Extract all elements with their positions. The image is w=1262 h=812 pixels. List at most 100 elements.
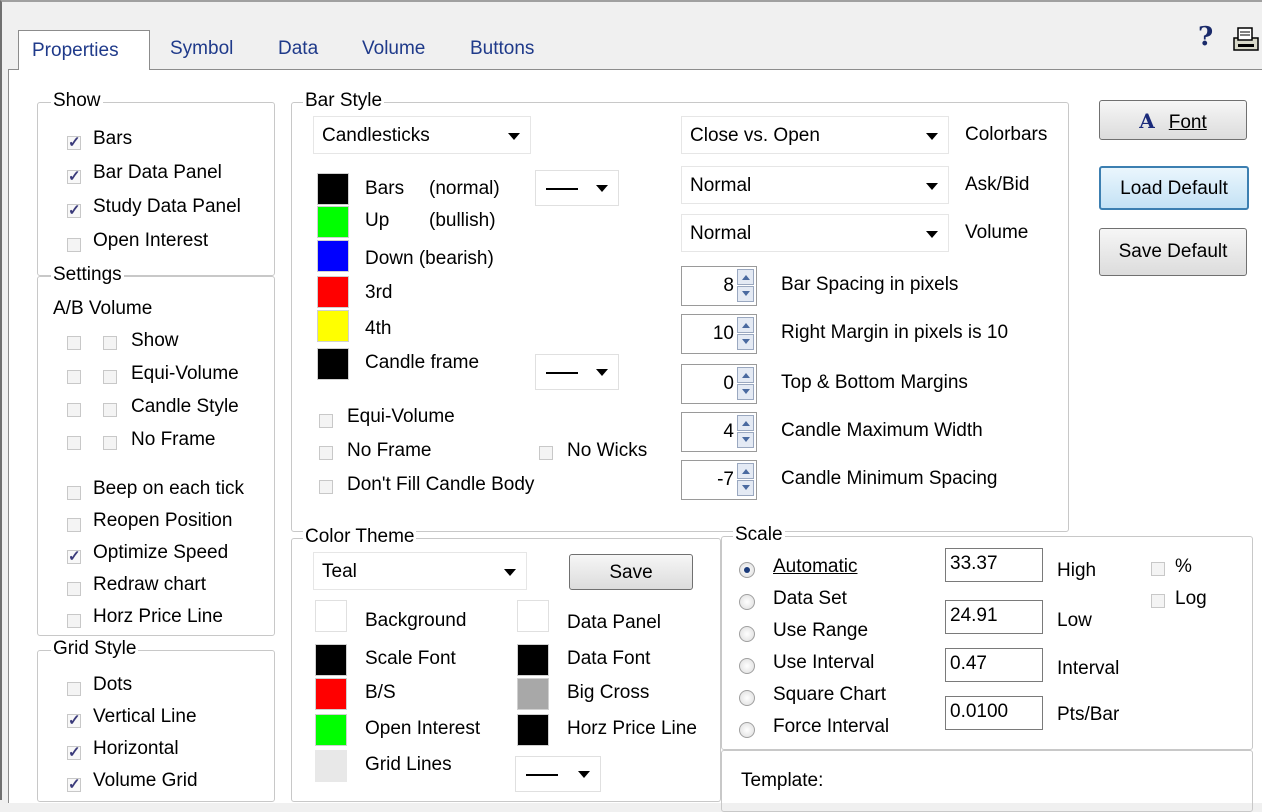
volume-no-frame-checkbox[interactable] — [103, 436, 117, 450]
dots-checkbox[interactable] — [67, 682, 81, 696]
down-color-swatch[interactable] — [317, 240, 349, 272]
bars-label: Bars — [93, 128, 133, 149]
data-panel-color-swatch[interactable] — [517, 600, 549, 632]
candle-min-spacing-spinner[interactable]: -7 — [681, 460, 757, 500]
color-theme-select[interactable]: Teal — [313, 552, 527, 590]
tab-symbol[interactable]: Symbol — [170, 38, 233, 64]
bar-style-group-title: Bar Style — [303, 90, 385, 112]
tab-volume[interactable]: Volume — [362, 38, 425, 64]
save-theme-button[interactable]: Save — [569, 554, 693, 590]
font-button[interactable]: A Font — [1099, 100, 1247, 140]
big-cross-color-swatch[interactable] — [517, 678, 549, 710]
bs-color-swatch[interactable] — [315, 678, 347, 710]
open-interest-checkbox[interactable] — [67, 238, 81, 252]
background-color-label: Background — [365, 610, 467, 631]
bar-style-value: Candlesticks — [322, 125, 430, 146]
data-font-color-swatch[interactable] — [517, 644, 549, 676]
volume-show-checkbox[interactable] — [103, 336, 117, 350]
vertical-line-checkbox[interactable] — [67, 711, 81, 729]
third-color-swatch[interactable] — [317, 276, 349, 308]
spin-down-icon[interactable] — [737, 480, 754, 496]
candle-frame-line-style-select[interactable] — [535, 354, 619, 390]
volume-equi-volume-checkbox[interactable] — [103, 370, 117, 384]
dont-fill-candle-body-checkbox[interactable] — [319, 480, 333, 494]
beep-each-tick-checkbox[interactable] — [67, 486, 81, 500]
help-icon[interactable]: ? — [1198, 22, 1213, 52]
background-color-swatch[interactable] — [315, 600, 347, 632]
volume-grid-checkbox[interactable] — [67, 775, 81, 793]
high-field[interactable]: 33.37 — [945, 548, 1043, 582]
horz-price-line-color-swatch[interactable] — [517, 714, 549, 746]
volume-candle-style-checkbox[interactable] — [103, 403, 117, 417]
force-interval-radio[interactable] — [739, 722, 755, 738]
use-range-radio[interactable] — [739, 626, 755, 642]
fourth-color-swatch[interactable] — [317, 310, 349, 342]
candle-max-width-spinner[interactable]: 4 — [681, 412, 757, 452]
redraw-chart-checkbox[interactable] — [67, 582, 81, 596]
up-color-swatch[interactable] — [317, 206, 349, 238]
spin-down-icon[interactable] — [737, 432, 754, 448]
interval-field[interactable]: 0.47 — [945, 648, 1043, 682]
study-data-panel-checkbox[interactable] — [67, 201, 81, 219]
percent-checkbox[interactable] — [1151, 562, 1165, 576]
bars-color-note: (normal) — [429, 178, 500, 199]
bs-color-label: B/S — [365, 682, 396, 703]
percent-label: % — [1175, 556, 1192, 577]
colorbars-select[interactable]: Close vs. Open — [681, 116, 949, 154]
printer-icon[interactable] — [1230, 24, 1262, 54]
chevron-down-icon — [926, 183, 938, 190]
candle-frame-color-swatch[interactable] — [317, 348, 349, 380]
grid-lines-style-select[interactable] — [515, 756, 601, 792]
equi-volume-checkbox[interactable] — [319, 414, 333, 428]
automatic-radio[interactable] — [739, 562, 755, 578]
top-bottom-margins-spinner[interactable]: 0 — [681, 364, 757, 404]
save-default-button[interactable]: Save Default — [1099, 228, 1247, 276]
colorbars-label: Colorbars — [965, 124, 1048, 145]
ab-no-frame-checkbox[interactable] — [67, 436, 81, 450]
spin-up-icon[interactable] — [737, 269, 754, 285]
pts-per-bar-field[interactable]: 0.0100 — [945, 696, 1043, 730]
volume-style-select[interactable]: Normal — [681, 214, 949, 252]
tab-properties[interactable]: Properties — [18, 30, 150, 70]
spin-up-icon[interactable] — [737, 367, 754, 383]
log-checkbox[interactable] — [1151, 594, 1165, 608]
spin-up-icon[interactable] — [737, 317, 754, 333]
reopen-position-checkbox[interactable] — [67, 518, 81, 532]
candle-frame-label: Candle frame — [365, 352, 480, 373]
open-interest-color-swatch[interactable] — [315, 714, 347, 746]
ab-candle-style-checkbox[interactable] — [67, 403, 81, 417]
spin-down-icon[interactable] — [737, 286, 754, 302]
ab-show-checkbox[interactable] — [67, 336, 81, 350]
use-interval-radio[interactable] — [739, 658, 755, 674]
bar-data-panel-checkbox[interactable] — [67, 167, 81, 185]
bars-checkbox[interactable] — [67, 133, 81, 151]
candle-min-spacing-label: Candle Minimum Spacing — [781, 468, 998, 489]
optimize-speed-label: Optimize Speed — [93, 542, 229, 563]
spin-up-icon[interactable] — [737, 415, 754, 431]
square-chart-radio[interactable] — [739, 690, 755, 706]
low-field[interactable]: 24.91 — [945, 600, 1043, 634]
bar-spacing-spinner[interactable]: 8 — [681, 266, 757, 306]
data-set-radio[interactable] — [739, 594, 755, 610]
optimize-speed-checkbox[interactable] — [67, 547, 81, 565]
bars-color-swatch[interactable] — [317, 173, 349, 205]
ab-equi-volume-checkbox[interactable] — [67, 370, 81, 384]
ask-bid-select[interactable]: Normal — [681, 166, 949, 204]
grid-lines-color-swatch[interactable] — [315, 750, 347, 782]
load-default-button[interactable]: Load Default — [1099, 166, 1249, 210]
no-frame-label: No Frame — [347, 440, 432, 461]
horizontal-checkbox[interactable] — [67, 743, 81, 761]
no-frame-checkbox[interactable] — [319, 446, 333, 460]
bars-line-style-select[interactable] — [535, 170, 619, 206]
tab-buttons[interactable]: Buttons — [470, 38, 534, 64]
spin-up-icon[interactable] — [737, 463, 754, 479]
tab-data[interactable]: Data — [278, 38, 318, 64]
right-margin-spinner[interactable]: 10 — [681, 314, 757, 354]
use-range-label: Use Range — [773, 620, 869, 641]
scale-font-color-swatch[interactable] — [315, 644, 347, 676]
spin-down-icon[interactable] — [737, 334, 754, 350]
bar-style-select[interactable]: Candlesticks — [313, 116, 531, 154]
no-wicks-checkbox[interactable] — [539, 446, 553, 460]
horz-price-line-checkbox[interactable] — [67, 614, 81, 628]
spin-down-icon[interactable] — [737, 384, 754, 400]
